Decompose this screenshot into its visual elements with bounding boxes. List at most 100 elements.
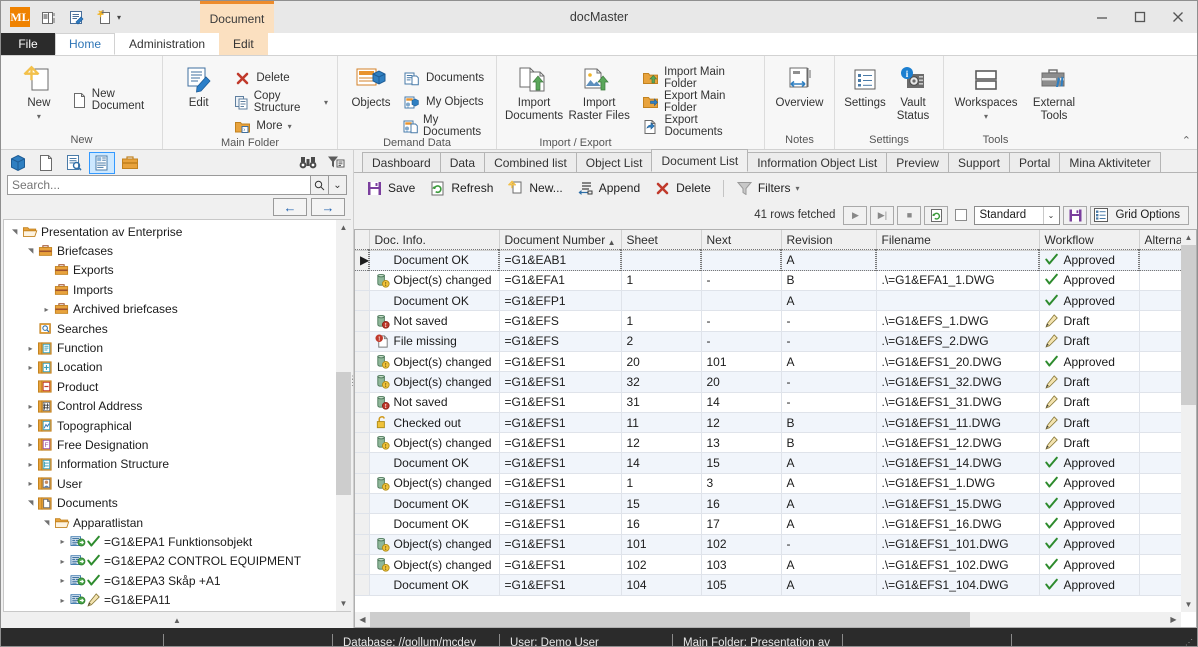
tree-expander-icon[interactable]: ▸ <box>56 596 69 605</box>
row-selector[interactable] <box>355 290 370 312</box>
cell-revision[interactable]: - <box>781 331 877 352</box>
cell-sheet[interactable]: 1 <box>621 270 702 292</box>
cell-workflow[interactable]: Draft <box>1039 392 1140 413</box>
cell-document-number[interactable]: =G1&EFS1 <box>499 392 622 413</box>
cell-doc-info[interactable]: ! Object(s) changed <box>369 351 500 373</box>
vault-status-button[interactable]: i Vault Status <box>889 61 937 123</box>
cell-filename[interactable] <box>875 248 1040 272</box>
cell-sheet[interactable]: 20 <box>621 351 702 373</box>
cell-workflow[interactable]: Approved <box>1039 534 1140 555</box>
filters-button[interactable]: Filters ▾ <box>730 178 806 199</box>
cell-alternativ[interactable] <box>1139 534 1183 555</box>
cell-filename[interactable]: .\=G1&EFS1_104.DWG <box>876 574 1040 596</box>
cell-workflow[interactable]: Approved <box>1039 473 1140 495</box>
column-header-next[interactable]: Next <box>701 230 782 251</box>
app-logo-icon[interactable]: ML <box>7 4 33 30</box>
row-selector[interactable] <box>355 270 370 292</box>
more-caret[interactable]: ▾ <box>288 122 292 131</box>
cell-revision[interactable]: B <box>781 270 877 292</box>
tree-scroll-thumb[interactable] <box>336 372 351 495</box>
tree-expander-icon[interactable]: ▸ <box>24 402 37 411</box>
grid-vertical-scrollbar[interactable]: ▲ ▼ <box>1181 230 1196 612</box>
table-row[interactable]: ! Object(s) changed =G1&EFS1 32 20- .\=G1&EFS… <box>355 371 1183 393</box>
cell-next[interactable]: 15 <box>701 452 782 474</box>
cell-document-number[interactable]: =G1&EFS1 <box>499 452 622 474</box>
tree-node[interactable]: ▸ =G1&EPA3 Skåp +A1 <box>4 571 351 590</box>
cell-document-number[interactable]: =G1&EFS1 <box>499 534 622 555</box>
tree-node[interactable]: ◢ Briefcases <box>4 241 351 260</box>
tab-object-list[interactable]: Object List <box>575 152 653 172</box>
table-row[interactable]: Document OK =G1&EFS1 16 17 A .\=G1&EFS1_16.DW… <box>355 513 1183 535</box>
cell-doc-info[interactable]: Document OK <box>369 574 500 596</box>
grid-horizontal-scrollbar[interactable]: ◀ ▶ <box>355 612 1181 627</box>
cell-workflow[interactable]: Approved <box>1038 248 1140 272</box>
resize-grip[interactable]: ⋰ <box>1185 638 1197 646</box>
cell-doc-info[interactable]: ! Object(s) changed <box>369 554 500 576</box>
table-row[interactable]: ! Object(s) changed =G1&EFS1 20 101 A .\=G1&EF… <box>355 351 1183 373</box>
cell-filename[interactable]: .\=G1&EFS_2.DWG <box>876 331 1040 352</box>
cell-revision[interactable]: A <box>781 351 877 373</box>
tree-expander-icon[interactable]: ▸ <box>24 479 37 488</box>
cell-sheet[interactable]: 14 <box>621 452 702 474</box>
tree-node[interactable]: Exports <box>4 261 351 280</box>
row-selector[interactable] <box>355 310 370 332</box>
cell-next[interactable]: 102 <box>701 534 782 555</box>
cell-sheet[interactable]: 102 <box>621 554 702 576</box>
cell-alternativ[interactable] <box>1139 432 1183 454</box>
edit-button[interactable]: Edit <box>173 61 224 110</box>
refresh-button[interactable]: Refresh <box>423 178 499 199</box>
ribbon-collapse-icon[interactable]: ⌃ <box>1182 134 1191 147</box>
tree-scroll-up-icon[interactable]: ▲ <box>336 220 351 235</box>
column-header-alternativ[interactable]: Alternativ <box>1139 230 1195 251</box>
cell-sheet[interactable]: 11 <box>621 412 702 434</box>
cell-sheet[interactable] <box>621 290 702 312</box>
close-button[interactable] <box>1159 1 1197 33</box>
cell-filename[interactable]: .\=G1&EFS1_11.DWG <box>876 412 1040 434</box>
workspaces-button[interactable]: Workspaces ▾ <box>950 61 1022 123</box>
grid-scroll-right-icon[interactable]: ▶ <box>1166 612 1181 627</box>
tree-expander-icon[interactable]: ▸ <box>56 576 69 585</box>
grid-options-button[interactable]: Grid Options <box>1090 205 1189 225</box>
cell-sheet[interactable]: 2 <box>621 331 702 352</box>
cell-document-number[interactable]: =G1&EFS1 <box>499 412 622 434</box>
cell-filename[interactable]: .\=G1&EFS_1.DWG <box>876 310 1040 332</box>
tab-dashboard[interactable]: Dashboard <box>362 152 441 172</box>
table-row[interactable]: ! Object(s) changed =G1&EFS1 101 102- .\=G1&E… <box>355 534 1183 555</box>
cell-alternativ[interactable] <box>1139 473 1183 495</box>
tree-node[interactable]: ▸ Information Structure <box>4 455 351 474</box>
workspaces-caret[interactable]: ▾ <box>984 110 988 123</box>
tab-portal[interactable]: Portal <box>1008 152 1061 172</box>
cell-workflow[interactable]: Draft <box>1039 331 1140 352</box>
cell-doc-info[interactable]: Document OK <box>369 290 500 312</box>
panel-icon[interactable] <box>35 4 61 30</box>
settings-button[interactable]: Settings <box>841 61 889 110</box>
cell-doc-info[interactable]: ! Object(s) changed <box>369 270 500 292</box>
cell-document-number[interactable]: =G1&EFS1 <box>499 554 622 576</box>
tab-data[interactable]: Data <box>439 152 486 172</box>
tree-node[interactable]: ▸ Topographical <box>4 416 351 435</box>
tab-document-list[interactable]: Document List <box>651 149 749 172</box>
cell-sheet[interactable]: 32 <box>621 371 702 393</box>
tree-node[interactable]: ▸ Location <box>4 358 351 377</box>
tree-node[interactable]: ▸ User <box>4 474 351 493</box>
search-submit-icon[interactable] <box>311 175 329 195</box>
tab-preview[interactable]: Preview <box>886 152 949 172</box>
copy-structure-button[interactable]: Copy Structure ▾ <box>230 90 331 114</box>
cell-revision[interactable]: A <box>781 513 877 535</box>
tree-expander-icon[interactable]: ▸ <box>24 363 37 372</box>
filters-caret[interactable]: ▾ <box>795 184 799 193</box>
context-tab-document[interactable]: Document <box>200 1 274 33</box>
cell-document-number[interactable]: =G1&EFS1 <box>499 351 622 373</box>
table-row[interactable]: ! Object(s) changed =G1&EFS1 102 103 A .\=G1&E… <box>355 554 1183 576</box>
cell-document-number[interactable]: =G1&EAB1 <box>498 248 622 272</box>
cell-document-number[interactable]: =G1&EFS1 <box>499 513 622 535</box>
cell-filename[interactable]: .\=G1&EFS1_32.DWG <box>876 371 1040 393</box>
cell-workflow[interactable]: Approved <box>1039 554 1140 576</box>
document-grid[interactable]: Doc. Info. Document Number ▲ Sheet Next Revis… <box>354 229 1197 628</box>
cell-next[interactable]: 101 <box>701 351 782 373</box>
cell-workflow[interactable]: Draft <box>1039 310 1140 332</box>
cell-next[interactable]: - <box>701 331 782 352</box>
cell-revision[interactable]: A <box>781 554 877 576</box>
cell-doc-info[interactable]: ! Object(s) changed <box>369 371 500 393</box>
briefcase-view-icon[interactable] <box>117 152 143 174</box>
